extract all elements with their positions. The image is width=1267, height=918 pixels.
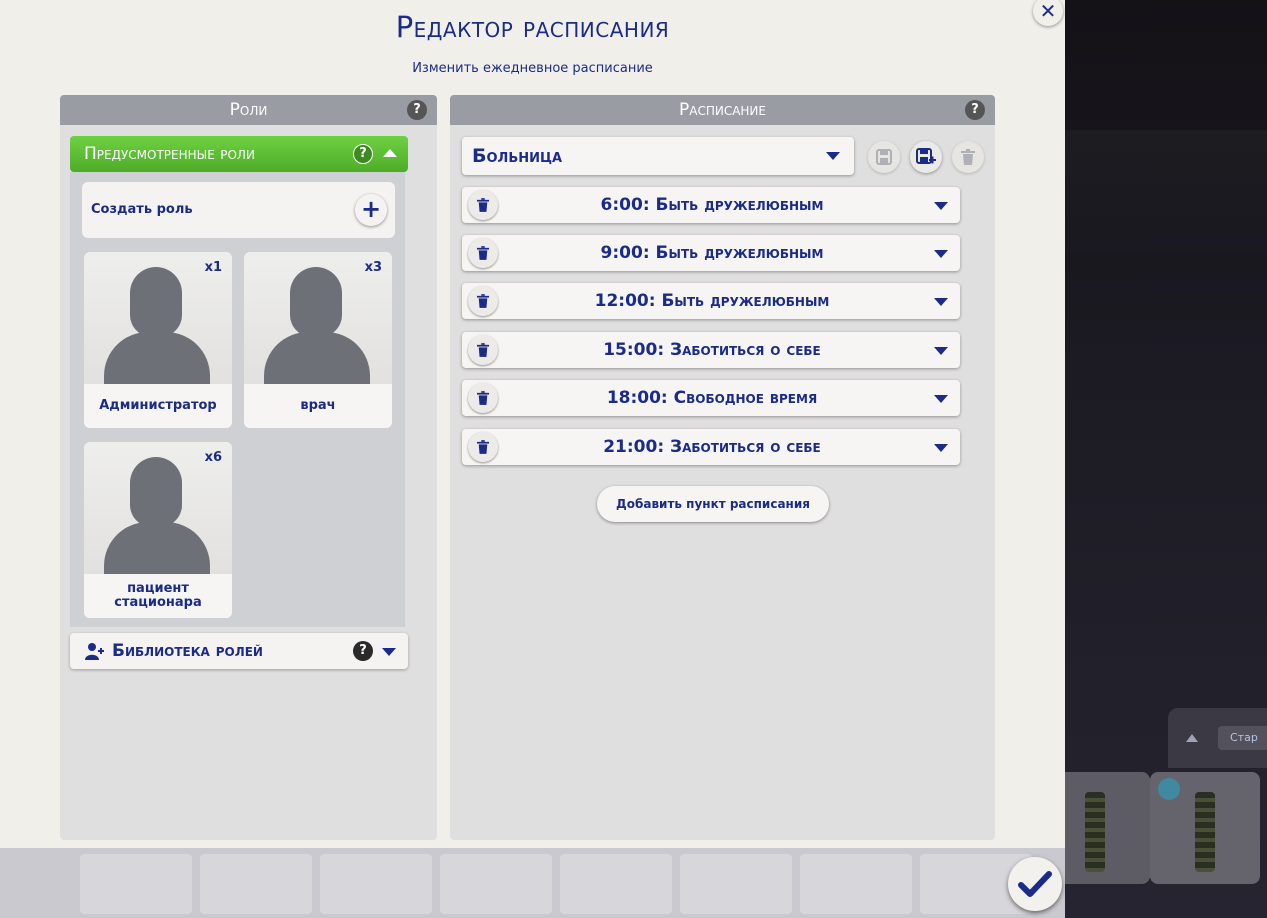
dialog-title: Редактор расписания	[395, 10, 670, 44]
add-schedule-item-button[interactable]: Добавить пункт расписания	[597, 486, 829, 522]
predefined-roles-title: Предусмотренные роли	[84, 144, 255, 164]
person-add-icon	[85, 643, 104, 660]
role-name: Администратор	[84, 384, 232, 428]
bottom-toolbar-background	[0, 848, 1065, 918]
item-caret-icon[interactable]	[934, 202, 948, 210]
background-item-card	[1150, 772, 1260, 884]
schedule-item[interactable]: 9:00: Быть дружелюбным	[462, 235, 960, 271]
trash-icon	[477, 294, 489, 308]
schedule-item-label: 18:00: Свободное время	[606, 388, 818, 408]
schedule-item[interactable]: 6:00: Быть дружелюбным	[462, 187, 960, 223]
toolbar-slot	[800, 854, 912, 914]
toolbar-slot	[560, 854, 672, 914]
delete-schedule-button[interactable]	[952, 141, 984, 173]
schedule-help-icon[interactable]: ?	[965, 100, 985, 120]
role-card-administrator[interactable]: x1 Администратор	[84, 252, 232, 428]
role-library-header[interactable]: Библиотека ролей ?	[70, 633, 408, 669]
schedule-dropdown[interactable]: Больница	[462, 137, 854, 175]
role-name: пациент стационара	[84, 574, 232, 618]
plant-icon	[1085, 792, 1105, 872]
delete-item-button[interactable]	[468, 432, 498, 462]
badge-icon	[1158, 778, 1180, 800]
background-tray: Стар	[1168, 708, 1267, 768]
toolbar-slot	[80, 854, 192, 914]
delete-item-button[interactable]	[468, 190, 498, 220]
schedule-item-label: 15:00: Заботиться о себе	[603, 340, 821, 360]
roles-help-icon[interactable]: ?	[407, 100, 427, 120]
schedule-item[interactable]: 12:00: Быть дружелюбным	[462, 283, 960, 319]
save-icon	[876, 149, 892, 165]
trash-icon	[477, 198, 489, 212]
checkmark-icon	[1018, 871, 1052, 897]
toolbar-slot	[200, 854, 312, 914]
trash-icon	[477, 246, 489, 260]
schedule-item-label: 6:00: Быть дружелюбным	[600, 195, 824, 215]
toolbar-slot	[680, 854, 792, 914]
item-caret-icon[interactable]	[934, 395, 948, 403]
plant-icon	[1195, 792, 1215, 872]
close-icon: ✕	[1039, 0, 1057, 23]
plus-icon: +	[360, 195, 382, 223]
item-caret-icon[interactable]	[934, 298, 948, 306]
item-caret-icon[interactable]	[934, 444, 948, 452]
toolbar-slot	[440, 854, 552, 914]
role-library-title: Библиотека ролей	[112, 641, 263, 661]
schedule-dropdown-value: Больница	[472, 145, 563, 167]
dropdown-caret-icon	[826, 152, 840, 160]
trash-icon	[477, 440, 489, 454]
schedule-item-label: 21:00: Заботиться о себе	[603, 437, 821, 457]
trash-icon	[961, 149, 975, 165]
silhouette-head	[130, 457, 182, 527]
role-card-doctor[interactable]: x3 врач	[244, 252, 392, 428]
save-as-new-schedule-button[interactable]	[910, 141, 942, 173]
predefined-roles-header[interactable]: Предусмотренные роли ?	[70, 136, 408, 172]
role-count: x1	[204, 260, 222, 275]
schedule-item[interactable]: 15:00: Заботиться о себе	[462, 332, 960, 368]
role-count: x6	[204, 450, 222, 465]
role-count: x3	[364, 260, 382, 275]
schedule-panel-header: Расписание ?	[450, 95, 995, 125]
confirm-button[interactable]	[1008, 857, 1062, 911]
item-caret-icon[interactable]	[934, 347, 948, 355]
trash-icon	[477, 391, 489, 405]
delete-item-button[interactable]	[468, 335, 498, 365]
dialog-subtitle: Изменить ежедневное расписание	[412, 61, 653, 76]
schedule-item[interactable]: 21:00: Заботиться о себе	[462, 429, 960, 465]
schedule-item[interactable]: 18:00: Свободное время	[462, 380, 960, 416]
roles-panel-title: Роли	[229, 100, 268, 120]
tray-up-arrow-icon	[1186, 734, 1198, 742]
role-name: врач	[244, 384, 392, 428]
item-caret-icon[interactable]	[934, 250, 948, 258]
expand-caret-icon[interactable]	[382, 648, 396, 656]
create-role-button[interactable]: +	[355, 194, 387, 226]
delete-item-button[interactable]	[468, 286, 498, 316]
schedule-item-label: 12:00: Быть дружелюбным	[594, 291, 830, 311]
create-role-label: Создать роль	[91, 202, 193, 217]
create-role-row[interactable]: Создать роль +	[82, 182, 395, 238]
collapse-caret-icon[interactable]	[383, 149, 397, 157]
toolbar-slot	[320, 854, 432, 914]
save-as-icon	[916, 148, 936, 164]
save-schedule-button[interactable]	[868, 141, 900, 173]
delete-item-button[interactable]	[468, 238, 498, 268]
background-glow	[1065, 130, 1267, 250]
role-library-help-icon[interactable]: ?	[353, 641, 373, 661]
roles-panel-header: Роли ?	[60, 95, 437, 125]
silhouette-head	[290, 267, 342, 337]
schedule-item-label: 9:00: Быть дружелюбным	[600, 243, 824, 263]
predefined-roles-help-icon[interactable]: ?	[353, 144, 373, 164]
trash-icon	[477, 343, 489, 357]
silhouette-head	[130, 267, 182, 337]
schedule-panel-title: Расписание	[678, 100, 766, 120]
tray-chip: Стар	[1218, 726, 1267, 750]
role-card-inpatient[interactable]: x6 пациент стационара	[84, 442, 232, 618]
delete-item-button[interactable]	[468, 383, 498, 413]
